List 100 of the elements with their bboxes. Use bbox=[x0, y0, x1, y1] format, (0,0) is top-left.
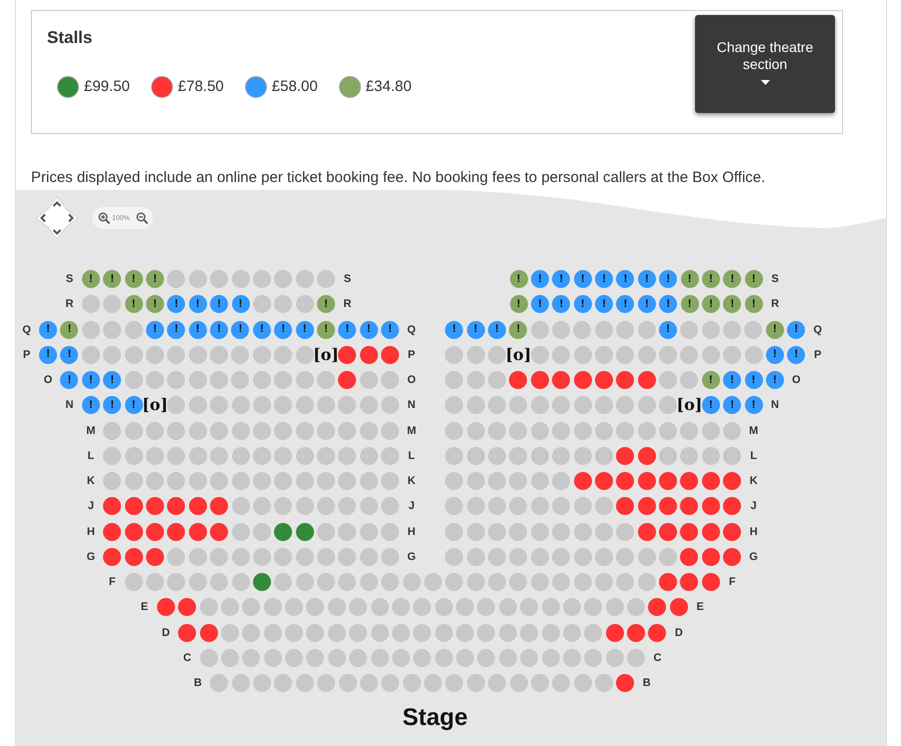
seat[interactable]: ! bbox=[574, 295, 592, 314]
seat[interactable] bbox=[606, 624, 624, 642]
seat[interactable]: ! bbox=[317, 295, 335, 314]
seat[interactable] bbox=[530, 371, 549, 390]
seat[interactable] bbox=[638, 472, 656, 490]
seat[interactable] bbox=[616, 497, 634, 516]
seat[interactable]: ! bbox=[766, 371, 784, 390]
seat[interactable] bbox=[659, 472, 678, 490]
seat[interactable] bbox=[188, 497, 207, 516]
seat[interactable]: ! bbox=[82, 371, 100, 390]
seat[interactable]: ! bbox=[552, 295, 570, 314]
seat[interactable]: ! bbox=[638, 270, 656, 288]
seat[interactable] bbox=[627, 624, 646, 642]
seat[interactable]: ! bbox=[723, 371, 742, 390]
seat[interactable] bbox=[670, 598, 688, 616]
seat[interactable] bbox=[124, 548, 143, 566]
seat[interactable] bbox=[146, 497, 164, 516]
seat[interactable] bbox=[702, 573, 720, 592]
seat[interactable]: ! bbox=[360, 320, 378, 339]
seat[interactable]: ! bbox=[616, 270, 634, 288]
seat[interactable]: ! bbox=[103, 270, 122, 288]
seat[interactable] bbox=[659, 522, 678, 541]
seat[interactable] bbox=[616, 446, 634, 465]
seat[interactable]: ! bbox=[124, 270, 143, 288]
seat[interactable] bbox=[638, 446, 656, 465]
seat[interactable] bbox=[702, 548, 720, 566]
seat[interactable]: ! bbox=[702, 295, 720, 314]
seat[interactable]: ! bbox=[574, 270, 592, 288]
seat[interactable] bbox=[638, 522, 656, 541]
seat[interactable] bbox=[659, 497, 678, 516]
seat[interactable]: ! bbox=[167, 320, 186, 339]
seat[interactable]: ! bbox=[787, 346, 806, 364]
seat[interactable] bbox=[594, 371, 613, 390]
seat[interactable] bbox=[103, 548, 122, 566]
seat[interactable] bbox=[702, 472, 720, 490]
seat[interactable] bbox=[167, 497, 186, 516]
seat[interactable] bbox=[178, 624, 196, 642]
seat[interactable]: ! bbox=[702, 270, 720, 288]
pan-arrows-icon[interactable] bbox=[35, 196, 79, 240]
seat[interactable]: ! bbox=[231, 320, 250, 339]
seat[interactable]: ! bbox=[509, 320, 528, 339]
seat[interactable]: ! bbox=[60, 371, 78, 390]
seat[interactable] bbox=[638, 497, 656, 516]
seat[interactable]: ! bbox=[103, 396, 122, 414]
seat[interactable]: ! bbox=[338, 320, 356, 339]
seat[interactable]: ! bbox=[510, 270, 528, 288]
seat[interactable] bbox=[178, 598, 196, 616]
seat[interactable]: ! bbox=[252, 320, 271, 339]
seat[interactable]: ! bbox=[616, 295, 634, 314]
seat[interactable] bbox=[338, 346, 356, 364]
seat[interactable]: ! bbox=[595, 270, 614, 288]
seat[interactable]: ! bbox=[530, 295, 549, 314]
seat[interactable]: ! bbox=[316, 320, 335, 339]
seat[interactable] bbox=[200, 624, 218, 642]
seat[interactable]: ! bbox=[744, 270, 763, 288]
seat[interactable] bbox=[124, 497, 143, 516]
seat[interactable] bbox=[594, 472, 613, 490]
seat[interactable]: ! bbox=[723, 396, 742, 414]
seat[interactable] bbox=[509, 371, 528, 390]
seat[interactable]: ! bbox=[146, 320, 164, 339]
seat[interactable]: ! bbox=[702, 371, 720, 390]
seat[interactable] bbox=[124, 522, 143, 541]
seat[interactable]: ! bbox=[530, 270, 549, 288]
seat[interactable]: ! bbox=[766, 320, 784, 339]
seat[interactable]: ! bbox=[188, 295, 207, 314]
seat[interactable] bbox=[723, 497, 742, 516]
seat[interactable] bbox=[210, 497, 228, 516]
seat[interactable]: ! bbox=[680, 270, 699, 288]
seat[interactable] bbox=[616, 674, 634, 692]
seat[interactable] bbox=[103, 522, 122, 541]
seat[interactable] bbox=[146, 548, 164, 566]
seat[interactable] bbox=[616, 371, 634, 390]
seat[interactable] bbox=[648, 624, 666, 642]
seat[interactable]: ! bbox=[488, 320, 506, 339]
seat[interactable] bbox=[167, 522, 186, 541]
seat[interactable] bbox=[274, 522, 292, 541]
seat[interactable]: ! bbox=[595, 295, 614, 314]
change-section-button[interactable]: Change theatre section bbox=[695, 15, 835, 113]
seat[interactable]: ! bbox=[766, 346, 784, 364]
seat[interactable]: ! bbox=[787, 320, 806, 339]
seat[interactable] bbox=[723, 522, 742, 541]
seat[interactable]: ! bbox=[744, 371, 762, 390]
seat[interactable]: ! bbox=[638, 295, 656, 314]
seat[interactable] bbox=[638, 371, 656, 390]
seat[interactable] bbox=[680, 472, 698, 490]
seat[interactable] bbox=[360, 346, 378, 364]
zoom-in-icon[interactable] bbox=[98, 212, 110, 224]
seat[interactable]: ! bbox=[39, 346, 58, 364]
seat[interactable]: ! bbox=[744, 295, 763, 314]
seat[interactable] bbox=[103, 497, 122, 516]
seat[interactable] bbox=[680, 548, 698, 566]
seat[interactable]: ! bbox=[124, 396, 143, 414]
seat[interactable]: ! bbox=[744, 396, 763, 414]
seat[interactable]: ! bbox=[103, 371, 122, 390]
seat[interactable]: ! bbox=[445, 320, 464, 339]
seat[interactable]: ! bbox=[60, 320, 78, 339]
seat[interactable]: ! bbox=[296, 320, 314, 339]
seat[interactable] bbox=[723, 472, 742, 490]
seat[interactable]: ! bbox=[723, 270, 742, 288]
seat[interactable] bbox=[156, 598, 175, 616]
